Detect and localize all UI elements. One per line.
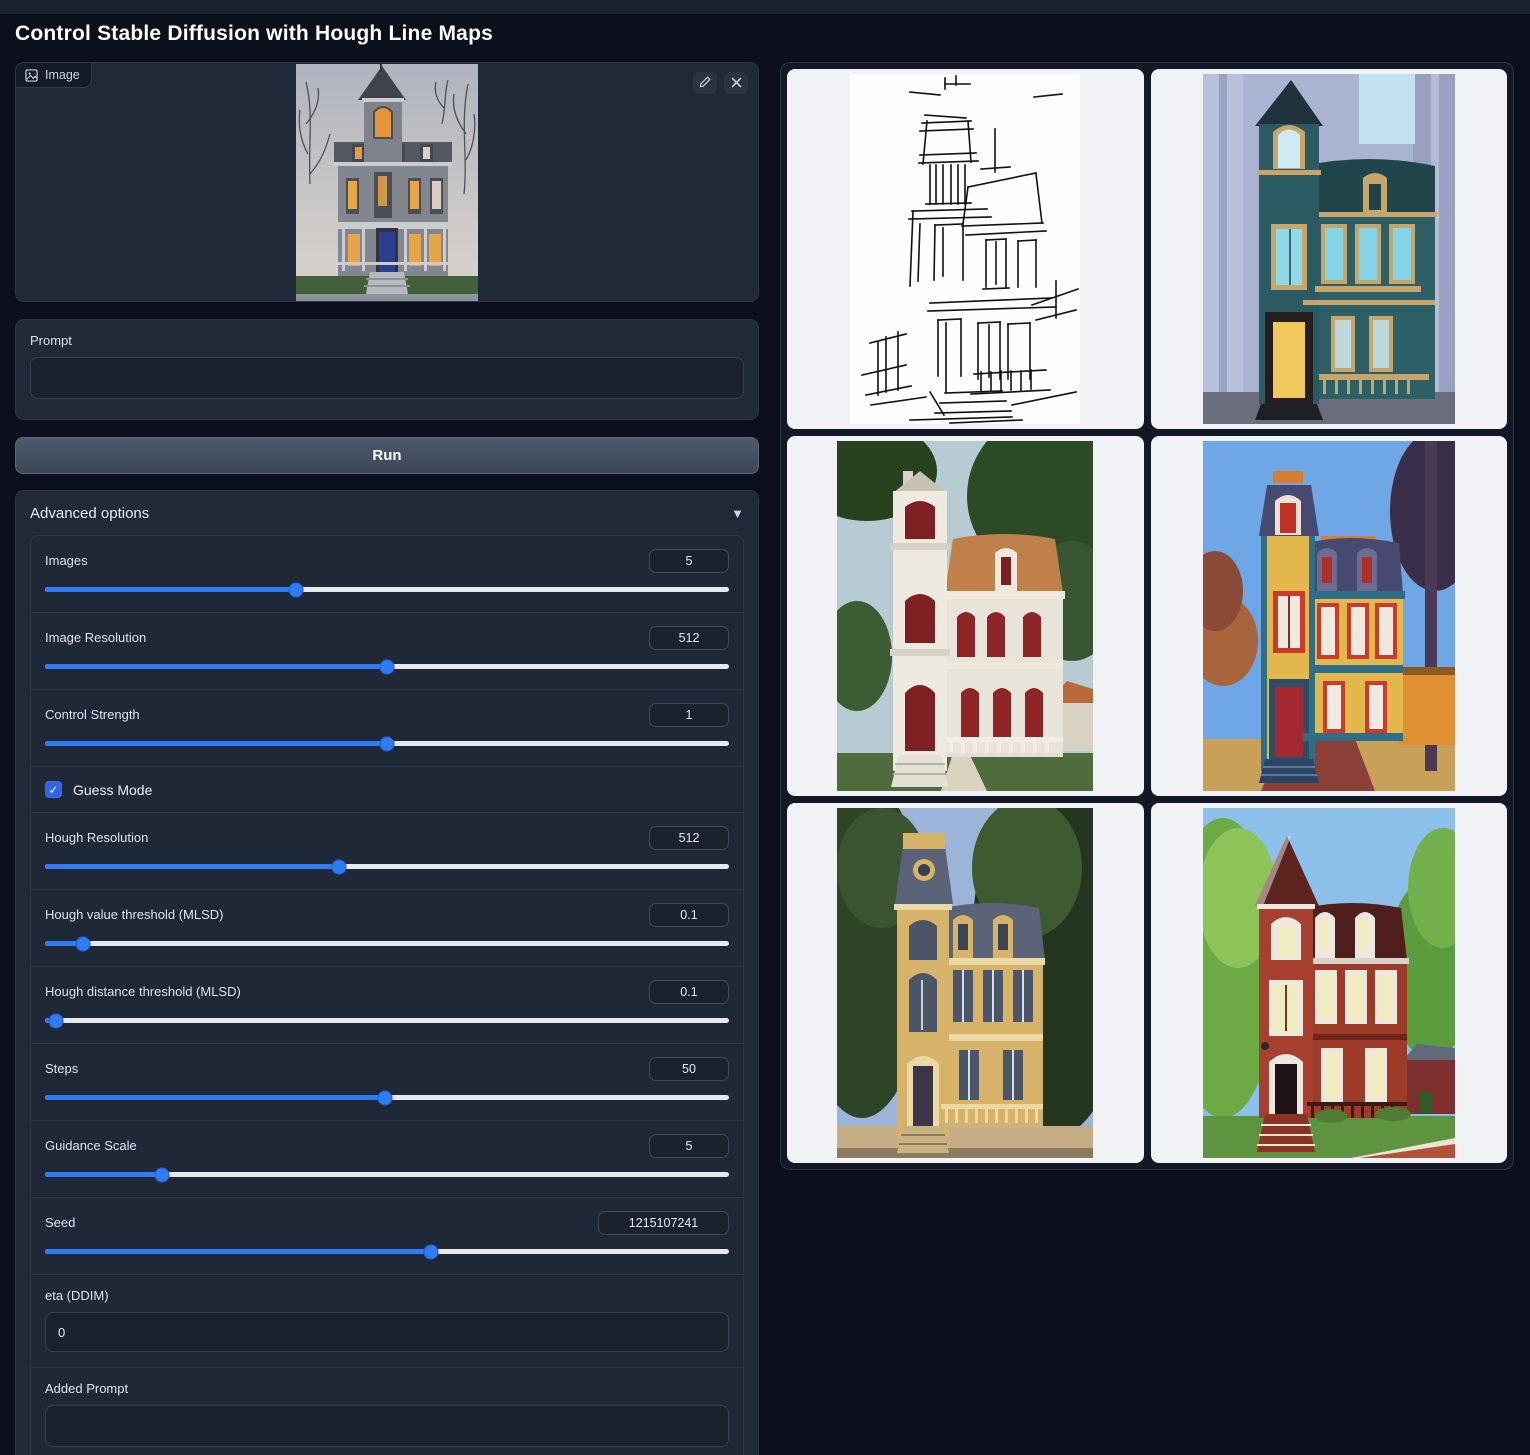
x-icon xyxy=(731,76,742,91)
slider-value-input[interactable]: 5 xyxy=(649,1134,729,1158)
window-top-strip xyxy=(0,0,1530,14)
slider-label: Images xyxy=(45,549,88,568)
slider-value-input[interactable]: 512 xyxy=(649,626,729,650)
pencil-icon xyxy=(699,76,711,91)
generated-image-4 xyxy=(1203,441,1455,791)
prompt-label: Prompt xyxy=(30,333,744,348)
slider-thumb[interactable] xyxy=(75,936,90,951)
results-column xyxy=(780,62,1514,1170)
gallery-item-1[interactable] xyxy=(787,69,1144,429)
guess-mode-label: Guess Mode xyxy=(73,782,152,798)
steps-slider[interactable] xyxy=(45,1090,729,1105)
added-prompt-label: Added Prompt xyxy=(45,1381,729,1396)
hough-line-map-image xyxy=(850,74,1080,424)
uploaded-image-preview[interactable] xyxy=(296,63,478,302)
slider-thumb[interactable] xyxy=(424,1244,439,1259)
gallery-item-3[interactable] xyxy=(787,436,1144,796)
seed-value-input[interactable]: 1215107241 xyxy=(598,1211,729,1235)
clear-image-button[interactable] xyxy=(724,72,748,94)
seed-slider[interactable] xyxy=(45,1244,729,1259)
guess-mode-checkbox[interactable]: ✓ xyxy=(45,781,62,798)
slider-value-input[interactable]: 512 xyxy=(649,826,729,850)
slider-label: Steps xyxy=(45,1057,78,1076)
controls-column: Image xyxy=(15,62,759,1455)
page-title: Control Stable Diffusion with Hough Line… xyxy=(15,22,1515,46)
chevron-down-icon: ▼ xyxy=(731,506,744,521)
advanced-options-form: Images 5 Image Resolution 512 xyxy=(30,535,744,1455)
gallery-item-2[interactable] xyxy=(1151,69,1508,429)
slider-label: Hough distance threshold (MLSD) xyxy=(45,980,241,999)
slider-thumb[interactable] xyxy=(332,859,347,874)
output-gallery xyxy=(780,62,1514,1170)
eta-label: eta (DDIM) xyxy=(45,1288,729,1303)
slider-thumb[interactable] xyxy=(380,659,395,674)
slider-value-input[interactable]: 1 xyxy=(649,703,729,727)
image-component-label: Image xyxy=(45,68,80,82)
slider-row-hough-resolution: Hough Resolution 512 xyxy=(31,812,743,889)
generated-image-6 xyxy=(1203,808,1455,1158)
slider-row-seed: Seed 1215107241 xyxy=(31,1197,743,1274)
slider-label: Guidance Scale xyxy=(45,1134,137,1153)
slider-row-guidance-scale: Guidance Scale 5 xyxy=(31,1120,743,1197)
generated-image-2 xyxy=(1203,74,1455,424)
generated-image-5 xyxy=(837,808,1093,1158)
control-strength-slider[interactable] xyxy=(45,736,729,751)
image-icon xyxy=(25,69,38,82)
uploaded-image xyxy=(296,64,478,302)
eta-row: eta (DDIM) 0 xyxy=(31,1274,743,1367)
prompt-panel: Prompt xyxy=(15,319,759,420)
added-prompt-row: Added Prompt xyxy=(31,1367,743,1455)
image-upload-component[interactable]: Image xyxy=(15,62,759,302)
slider-label: Image Resolution xyxy=(45,626,146,645)
slider-value-input[interactable]: 50 xyxy=(649,1057,729,1081)
app-container: Control Stable Diffusion with Hough Line… xyxy=(0,14,1530,1455)
images-slider[interactable] xyxy=(45,582,729,597)
advanced-options-panel: Advanced options ▼ Images 5 xyxy=(15,490,759,1455)
added-prompt-input[interactable] xyxy=(45,1405,729,1447)
slider-thumb[interactable] xyxy=(377,1090,392,1105)
generated-image-3 xyxy=(837,441,1093,791)
guidance-scale-slider[interactable] xyxy=(45,1167,729,1182)
hough-value-threshold-slider[interactable] xyxy=(45,936,729,951)
slider-label: Hough value threshold (MLSD) xyxy=(45,903,223,922)
slider-thumb[interactable] xyxy=(48,1013,63,1028)
slider-row-steps: Steps 50 xyxy=(31,1043,743,1120)
slider-label: Hough Resolution xyxy=(45,826,148,845)
hough-distance-threshold-slider[interactable] xyxy=(45,1013,729,1028)
run-button[interactable]: Run xyxy=(15,437,759,474)
slider-label: Control Strength xyxy=(45,703,140,722)
slider-thumb[interactable] xyxy=(380,736,395,751)
slider-row-hough-value-threshold: Hough value threshold (MLSD) 0.1 xyxy=(31,889,743,966)
advanced-options-header[interactable]: Advanced options ▼ xyxy=(30,505,744,522)
edit-image-button[interactable] xyxy=(693,72,717,94)
slider-row-hough-distance-threshold: Hough distance threshold (MLSD) 0.1 xyxy=(31,966,743,1043)
slider-label: Seed xyxy=(45,1211,75,1230)
advanced-options-title: Advanced options xyxy=(30,505,149,522)
prompt-input[interactable] xyxy=(30,357,744,399)
image-component-badge: Image xyxy=(16,63,92,88)
hough-resolution-slider[interactable] xyxy=(45,859,729,874)
slider-thumb[interactable] xyxy=(154,1167,169,1182)
check-icon: ✓ xyxy=(48,784,58,796)
slider-value-input[interactable]: 0.1 xyxy=(649,980,729,1004)
slider-thumb[interactable] xyxy=(289,582,304,597)
image-resolution-slider[interactable] xyxy=(45,659,729,674)
slider-value-input[interactable]: 0.1 xyxy=(649,903,729,927)
guess-mode-row: ✓ Guess Mode xyxy=(31,766,743,812)
slider-value-input[interactable]: 5 xyxy=(649,549,729,573)
slider-row-image-resolution: Image Resolution 512 xyxy=(31,612,743,689)
slider-row-control-strength: Control Strength 1 xyxy=(31,689,743,766)
slider-row-images: Images 5 xyxy=(31,536,743,612)
eta-input[interactable]: 0 xyxy=(45,1312,729,1352)
gallery-item-5[interactable] xyxy=(787,803,1144,1163)
gallery-item-6[interactable] xyxy=(1151,803,1508,1163)
gallery-item-4[interactable] xyxy=(1151,436,1508,796)
